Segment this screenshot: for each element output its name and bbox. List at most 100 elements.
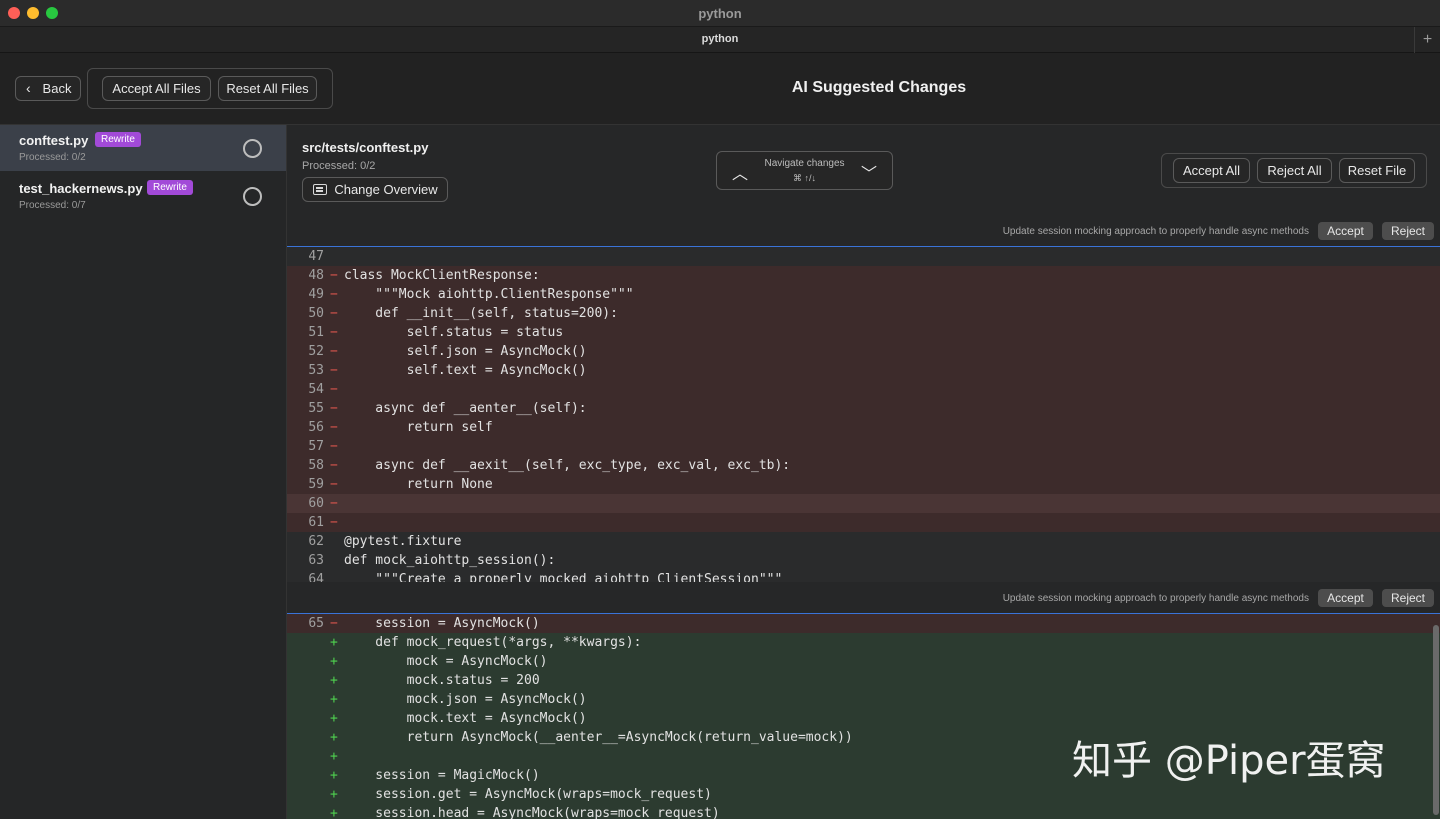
navigate-changes-control: ︿ Navigate changes ⌘ ↑/↓ ﹀ [716, 151, 893, 190]
line-number: 47 [308, 249, 324, 264]
code-line: 56− return self [287, 418, 1440, 437]
code-line: 48− class MockClientResponse: [287, 266, 1440, 285]
reject-suggestion-button[interactable]: Reject [1382, 222, 1434, 240]
code-line: + mock.json = AsyncMock() [287, 690, 1440, 709]
file-name: test_hackernews.py [19, 181, 143, 196]
reset-file-button[interactable]: Reset File [1339, 158, 1415, 183]
code-text: session.get = AsyncMock(wraps=mock_reque… [344, 787, 712, 802]
diff-marker: − [330, 287, 338, 302]
code-text: self.status = status [344, 325, 564, 340]
diff-marker: + [330, 692, 338, 707]
code-text: async def __aenter__(self): [344, 401, 587, 416]
sidebar-item-test-hackernews[interactable]: test_hackernews.py Rewrite Processed: 0/… [0, 173, 286, 219]
reject-suggestion-button[interactable]: Reject [1382, 589, 1434, 607]
diff-marker: + [330, 730, 338, 745]
chevron-up-icon[interactable]: ︿ [732, 160, 748, 184]
line-number: 57 [308, 439, 324, 454]
file-header: src/tests/conftest.py Processed: 0/2 Cha… [287, 125, 1440, 215]
change-overview-label: Change Overview [334, 182, 438, 197]
code-text: mock.json = AsyncMock() [344, 692, 587, 707]
code-text: self.text = AsyncMock() [344, 363, 587, 378]
file-status-radio[interactable] [243, 187, 262, 206]
diff-marker: − [330, 401, 338, 416]
chevron-left-icon: ‹ [26, 80, 31, 96]
line-number: 61 [308, 515, 324, 530]
diff-marker: − [330, 382, 338, 397]
code-text: session.head = AsyncMock(wraps=mock_requ… [344, 806, 720, 819]
rewrite-badge: Rewrite [95, 132, 141, 147]
diff-marker: + [330, 768, 338, 783]
code-text: return self [344, 420, 493, 435]
code-line: 57− [287, 437, 1440, 456]
page-header: ‹ Back Accept All Files Reset All Files … [0, 53, 1440, 125]
line-number: 53 [308, 363, 324, 378]
code-text: async def __aexit__(self, exc_type, exc_… [344, 458, 791, 473]
line-number: 63 [308, 553, 324, 568]
code-line: 65− session = AsyncMock() [287, 614, 1440, 633]
diff-marker: − [330, 325, 338, 340]
code-line: + mock.text = AsyncMock() [287, 709, 1440, 728]
page-title: AI Suggested Changes [791, 79, 967, 96]
diff-marker: − [330, 420, 338, 435]
change-overview-button[interactable]: Change Overview [302, 177, 448, 202]
suggestion-text: Update session mocking approach to prope… [1002, 593, 1309, 604]
reject-all-button[interactable]: Reject All [1257, 158, 1332, 183]
file-processed-count: Processed: 0/7 [19, 200, 86, 211]
diff-marker: − [330, 439, 338, 454]
diff-marker: − [330, 477, 338, 492]
diff-marker: − [330, 616, 338, 631]
tab-python[interactable]: python [0, 33, 1440, 45]
back-button[interactable]: ‹ Back [15, 76, 81, 101]
navigate-shortcut: ⌘ ↑/↓ [792, 173, 816, 183]
line-number: 65 [308, 616, 324, 631]
suggestion-text: Update session mocking approach to prope… [1002, 226, 1309, 237]
file-name: conftest.py [19, 133, 89, 148]
code-line: + session.head = AsyncMock(wraps=mock_re… [287, 804, 1440, 819]
suggestion-bar: Update session mocking approach to prope… [287, 582, 1440, 614]
code-line: + session.get = AsyncMock(wraps=mock_req… [287, 785, 1440, 804]
sidebar-item-conftest[interactable]: conftest.py Rewrite Processed: 0/2 [0, 125, 286, 171]
diff-panel: src/tests/conftest.py Processed: 0/2 Cha… [287, 125, 1440, 819]
code-text: @pytest.fixture [344, 534, 462, 549]
accept-suggestion-button[interactable]: Accept [1318, 222, 1373, 240]
code-line: 63 def mock_aiohttp_session(): [287, 551, 1440, 570]
accept-all-files-button[interactable]: Accept All Files [102, 76, 211, 101]
reset-all-files-button[interactable]: Reset All Files [218, 76, 317, 101]
diff-marker: + [330, 654, 338, 669]
code-line: 58− async def __aexit__(self, exc_type, … [287, 456, 1440, 475]
tab-bar: python + [0, 27, 1440, 53]
vertical-scrollbar[interactable] [1433, 625, 1439, 815]
code-text: mock.status = 200 [344, 673, 540, 688]
code-text: """Mock aiohttp.ClientResponse""" [344, 287, 634, 302]
document-icon [313, 184, 327, 195]
line-number: 58 [308, 458, 324, 473]
suggestion-bar: Update session mocking approach to prope… [287, 215, 1440, 247]
line-number: 48 [308, 268, 324, 283]
diff-marker: + [330, 749, 338, 764]
code-line: 55− async def __aenter__(self): [287, 399, 1440, 418]
line-number: 62 [308, 534, 324, 549]
code-line: 59− return None [287, 475, 1440, 494]
accept-all-button[interactable]: Accept All [1173, 158, 1250, 183]
line-number: 49 [308, 287, 324, 302]
accept-suggestion-button[interactable]: Accept [1318, 589, 1373, 607]
code-text: class MockClientResponse: [344, 268, 540, 283]
code-line: 52− self.json = AsyncMock() [287, 342, 1440, 361]
diff-marker: + [330, 787, 338, 802]
code-text: session = AsyncMock() [344, 616, 540, 631]
diff-marker: + [330, 635, 338, 650]
title-bar: python [0, 0, 1440, 27]
diff-marker: − [330, 306, 338, 321]
code-line: 60− [287, 494, 1440, 513]
plus-icon[interactable]: + [1414, 27, 1440, 53]
file-status-radio[interactable] [243, 139, 262, 158]
chevron-down-icon[interactable]: ﹀ [861, 160, 877, 184]
file-processed: Processed: 0/2 [302, 160, 376, 172]
line-number: 55 [308, 401, 324, 416]
diff-marker: − [330, 496, 338, 511]
code-line: + mock.status = 200 [287, 671, 1440, 690]
navigate-changes-label: Navigate changes [764, 158, 845, 169]
line-number: 51 [308, 325, 324, 340]
diff-marker: − [330, 268, 338, 283]
code-text: def mock_request(*args, **kwargs): [344, 635, 642, 650]
